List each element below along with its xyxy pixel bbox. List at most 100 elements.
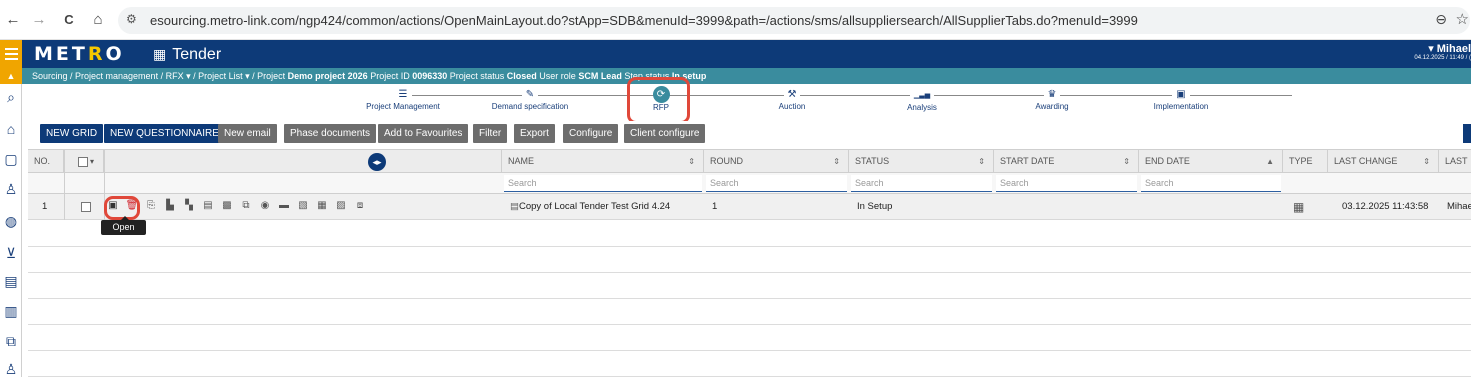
col-type[interactable]: TYPE xyxy=(1283,150,1328,173)
col-end-date[interactable]: END DATE ▲ xyxy=(1139,150,1283,173)
grid-settings-icon[interactable]: ▦ xyxy=(315,199,329,213)
view-icon[interactable]: ◉ xyxy=(258,199,272,213)
app-header: METRO ▦ Tender ▾ Mihael 04.12.2025 / 11:4… xyxy=(22,40,1471,68)
phase-documents-button[interactable]: Phase documents xyxy=(284,124,377,143)
left-rail: ▲ ⌕ ⌂ ▢ ♙ ◍ ⊻ ▤ ▥ ⧉ ♙ xyxy=(0,40,22,377)
user-icon[interactable]: ♙ xyxy=(2,180,20,198)
row-no: 1 xyxy=(42,201,48,212)
document-icon[interactable]: ▢ xyxy=(2,150,20,168)
user-name[interactable]: ▾ Mihael xyxy=(1414,42,1471,55)
sort-icon[interactable]: ⇕ xyxy=(1423,150,1430,173)
col-status[interactable]: STATUS ⇕ xyxy=(849,150,994,173)
col-last-change[interactable]: LAST CHANGE ⇕ xyxy=(1328,150,1439,173)
status-search-input[interactable] xyxy=(851,175,992,192)
file-icon[interactable]: ▤ xyxy=(201,199,215,213)
process-stepper: ☰ Project Management ✎ Demand specificat… xyxy=(22,84,1471,120)
col-round[interactable]: ROUND ⇕ xyxy=(704,150,849,173)
duplicate-icon[interactable]: ⧉ xyxy=(239,199,253,213)
sort-icon[interactable]: ⇕ xyxy=(833,150,840,173)
empty-row-line xyxy=(28,324,1471,325)
toolbar-edge-button[interactable] xyxy=(1463,124,1471,143)
hamburger-menu-icon[interactable] xyxy=(0,40,22,68)
clone-icon[interactable]: ⧈ xyxy=(353,199,367,213)
export-button[interactable]: Export xyxy=(514,124,555,143)
add-to-favourites-button[interactable]: Add to Favourites xyxy=(378,124,469,143)
empty-row-line xyxy=(28,350,1471,351)
copy-icon[interactable]: ⧉ xyxy=(2,332,20,350)
table-icon[interactable]: ▬ xyxy=(277,199,291,213)
grid-toolbar: NEW GRID NEW QUESTIONNAIRE New email Pha… xyxy=(22,121,1471,147)
document-chart-icon[interactable]: ▙ xyxy=(163,199,177,213)
project-name: Demo project 2026 xyxy=(287,71,368,81)
name-search-input[interactable] xyxy=(504,175,702,192)
collapse-up-icon[interactable]: ▲ xyxy=(0,68,22,84)
empty-row-line xyxy=(28,272,1471,273)
step-analysis[interactable]: ▁▃▅ Analysis xyxy=(897,88,947,112)
home-icon[interactable]: ⌂ xyxy=(89,11,107,29)
configure-button[interactable]: Configure xyxy=(563,124,619,143)
step-awarding[interactable]: ♛ Awarding xyxy=(1024,88,1080,111)
back-icon[interactable]: ← xyxy=(4,11,22,29)
rfp-highlight-annotation xyxy=(627,77,690,124)
round-search-input[interactable] xyxy=(706,175,847,192)
page-title: ▦ Tender xyxy=(153,46,222,63)
project-id: 0096330 xyxy=(412,71,448,81)
zoom-icon[interactable]: ⊖ xyxy=(1435,11,1447,28)
col-no[interactable]: NO. xyxy=(28,150,64,173)
step-implementation[interactable]: ▣ Implementation xyxy=(1146,88,1216,111)
col-last[interactable]: LAST xyxy=(1439,150,1471,173)
col-start-date[interactable]: START DATE ⇕ xyxy=(994,150,1139,173)
col-name[interactable]: NAME ⇕ xyxy=(502,150,704,173)
export-icon[interactable]: ▨ xyxy=(334,199,348,213)
forward-icon[interactable]: → xyxy=(30,11,48,29)
select-dropdown-icon[interactable]: ▾ xyxy=(90,150,94,173)
sort-asc-icon[interactable]: ▲ xyxy=(1266,150,1274,173)
sort-icon[interactable]: ⇕ xyxy=(688,150,695,173)
home-nav-icon[interactable]: ⌂ xyxy=(2,120,20,138)
person-icon[interactable]: ♙ xyxy=(2,360,20,377)
start-date-search-input[interactable] xyxy=(996,175,1137,192)
globe-icon[interactable]: ◍ xyxy=(2,212,20,230)
end-date-search-input[interactable] xyxy=(1141,175,1281,192)
cart-icon[interactable]: ⊻ xyxy=(2,244,20,262)
reload-icon[interactable]: C xyxy=(60,11,78,29)
user-menu[interactable]: ▾ Mihael 04.12.2025 / 11:49 / ( xyxy=(1414,42,1471,61)
step-project-management[interactable]: ☰ Project Management xyxy=(358,88,448,111)
site-settings-icon[interactable]: ⚙ xyxy=(126,12,137,26)
sort-icon[interactable]: ⇕ xyxy=(978,150,985,173)
edit-document-icon[interactable]: ▚ xyxy=(182,199,196,213)
breadcrumb: Sourcing / Project management / RFX ▾ / … xyxy=(22,68,1471,84)
row-checkbox[interactable] xyxy=(81,202,91,212)
bookmark-star-icon[interactable]: ☆ xyxy=(1456,10,1469,28)
filter-button[interactable]: Filter xyxy=(473,124,508,143)
row-name[interactable]: ▤Copy of Local Tender Test Grid 4.24 xyxy=(504,194,704,220)
address-bar[interactable]: ⚙ esourcing.metro-link.com/ngp424/common… xyxy=(118,7,1470,34)
url-text[interactable]: esourcing.metro-link.com/ngp424/common/a… xyxy=(150,13,1138,28)
search-icon[interactable]: ⌕ xyxy=(2,88,20,106)
sort-icon[interactable]: ⇕ xyxy=(1123,150,1130,173)
col-select[interactable]: ▾ xyxy=(64,150,104,173)
open-tooltip: Open xyxy=(101,216,146,235)
new-grid-button[interactable]: NEW GRID xyxy=(40,124,104,143)
grid-file-icon: ▤ xyxy=(510,201,519,212)
column-divider xyxy=(64,149,65,220)
expand-columns-icon[interactable]: ◂▸ xyxy=(368,153,386,171)
copy-icon[interactable]: ⎘ xyxy=(144,199,158,213)
new-email-button[interactable]: New email xyxy=(218,124,277,143)
form-icon[interactable]: ▥ xyxy=(2,302,20,320)
step-demand-specification[interactable]: ✎ Demand specification xyxy=(482,88,578,111)
import-icon[interactable]: ▧ xyxy=(296,199,310,213)
browser-toolbar: ← → C ⌂ ⚙ esourcing.metro-link.com/ngp42… xyxy=(0,0,1471,40)
client-configure-button[interactable]: Client configure xyxy=(624,124,706,143)
user-role: SCM Lead xyxy=(578,71,622,81)
table-row[interactable]: 1 ▣ 🗑 ⎘ ▙ ▚ ▤ ▩ ⧉ ◉ ▬ ▧ ▦ ▨ ⧈ ▤Copy of L… xyxy=(28,194,1471,220)
select-all-checkbox[interactable] xyxy=(78,157,88,167)
filter-row xyxy=(28,173,1471,194)
step-auction[interactable]: ⚒ Auction xyxy=(767,88,817,111)
stack-icon[interactable]: ▩ xyxy=(220,199,234,213)
empty-row-line xyxy=(28,246,1471,247)
metro-logo[interactable]: METRO xyxy=(34,43,125,65)
row-actions: ▣ 🗑 ⎘ ▙ ▚ ▤ ▩ ⧉ ◉ ▬ ▧ ▦ ▨ ⧈ xyxy=(106,199,367,215)
clipboard-icon[interactable]: ▤ xyxy=(2,272,20,290)
new-questionnaire-button[interactable]: NEW QUESTIONNAIRE xyxy=(104,124,225,143)
